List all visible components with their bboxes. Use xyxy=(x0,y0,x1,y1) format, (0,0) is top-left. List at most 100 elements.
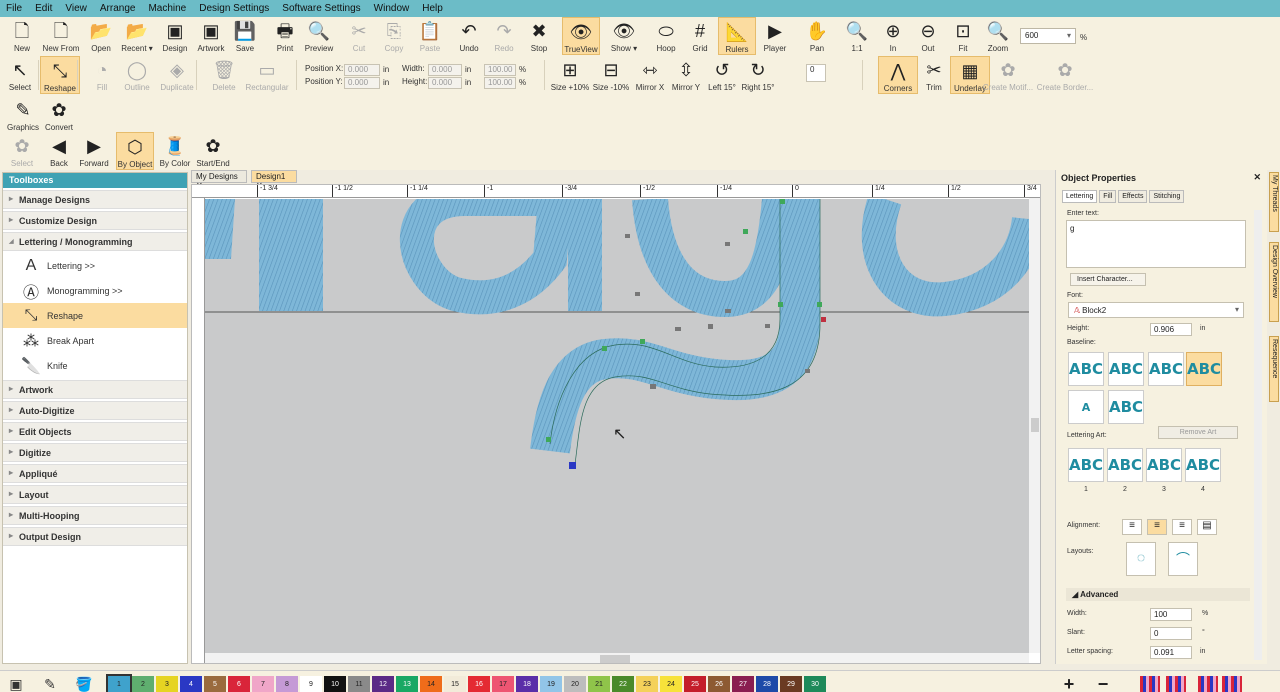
toolbox-appliqu[interactable]: Appliqué xyxy=(3,464,187,483)
reshape-button[interactable]: ⤡ Reshape xyxy=(40,56,80,94)
trueview-button[interactable]: 👁 TrueView xyxy=(562,17,600,55)
side-tab-design-overview[interactable]: Design Overview xyxy=(1269,242,1279,322)
artwork-button[interactable]: ▣ Artwork xyxy=(192,17,230,55)
baseline-option[interactable]: ABC xyxy=(1108,390,1144,424)
delete-button[interactable]: 🗑 Delete xyxy=(204,56,244,94)
tool-lettering[interactable]: A Lettering >> xyxy=(3,253,187,278)
menu-help[interactable]: Help xyxy=(422,3,443,14)
player-button[interactable]: ▶ Player xyxy=(756,17,794,55)
toolbox-layout[interactable]: Layout xyxy=(3,485,187,504)
new-button[interactable]: 🗋 New xyxy=(3,17,41,55)
mirror-x-button[interactable]: ⇿ Mirror X xyxy=(630,56,670,94)
layout-arc-icon[interactable]: ⌒ xyxy=(1168,542,1198,576)
toolbox-multi-hooping[interactable]: Multi-Hooping xyxy=(3,506,187,525)
thread-swatch[interactable]: 21 xyxy=(588,676,610,692)
tool-break-apart[interactable]: ⁂ Break Apart xyxy=(3,328,187,353)
bucket-fill-icon[interactable]: 🪣 xyxy=(72,676,96,692)
thread-swatch[interactable]: 9 xyxy=(300,676,322,692)
menu-edit[interactable]: Edit xyxy=(35,3,52,14)
align-left-icon[interactable]: ≡ xyxy=(1122,519,1142,535)
grid-button[interactable]: # Grid xyxy=(681,17,719,55)
text-entry-field[interactable]: g xyxy=(1066,220,1246,268)
menu-window[interactable]: Window xyxy=(374,3,410,14)
cut-button[interactable]: ✂ Cut xyxy=(340,17,378,55)
remove-color-icon[interactable]: − xyxy=(1092,674,1114,692)
in-button[interactable]: ⊕ In xyxy=(874,17,912,55)
letter-spacing-input[interactable]: 0.091 xyxy=(1150,646,1192,659)
baseline-option[interactable]: ABC xyxy=(1148,352,1184,386)
1-1-button[interactable]: 🔍 1:1 xyxy=(838,17,876,55)
create-motif-button[interactable]: ✿ Create Motif... xyxy=(983,56,1033,94)
pan-button[interactable]: ✋ Pan xyxy=(798,17,836,55)
position-x-input[interactable]: 0.000 xyxy=(344,64,380,76)
toolbox-lettering-monogramming[interactable]: Lettering / Monogramming xyxy=(3,232,187,251)
create-border-button[interactable]: ✿ Create Border... xyxy=(1037,56,1093,94)
lettering-art-option[interactable]: ABC xyxy=(1146,448,1182,482)
side-tab-my-threads[interactable]: My Threads xyxy=(1269,172,1279,232)
new-from-button[interactable]: 🗋 New From xyxy=(42,17,80,55)
align-center-icon[interactable]: ≡ xyxy=(1147,519,1167,535)
close-icon[interactable]: ✕ xyxy=(1253,172,1261,183)
outline-button[interactable]: ◯ Outline xyxy=(117,56,157,94)
thread-swatch[interactable]: 5 xyxy=(204,676,226,692)
advanced-section-header[interactable]: ◢ Advanced xyxy=(1066,588,1250,601)
properties-scrollbar[interactable] xyxy=(1254,210,1262,660)
recent-button[interactable]: 📂 Recent ▾ xyxy=(118,17,156,55)
thread-swatch[interactable]: 4 xyxy=(180,676,202,692)
lettering-art-option[interactable]: ABC xyxy=(1068,448,1104,482)
design-canvas[interactable]: -1 3/4 -1 1/2 -1 1/4 -1 -3/4 -1/2 -1/4 0 1/4 1/2 3… xyxy=(191,184,1041,664)
baseline-option[interactable]: ABC xyxy=(1186,352,1222,386)
toolbox-output-design[interactable]: Output Design xyxy=(3,527,187,546)
toolbox-customize-design[interactable]: Customize Design xyxy=(3,211,187,230)
rectangular-button[interactable]: ▭ Rectangular xyxy=(245,56,288,94)
thread-swatch[interactable]: 28 xyxy=(756,676,778,692)
side-tab-resequence[interactable]: Resequence xyxy=(1269,336,1279,402)
width-percent-input[interactable]: 100.00 xyxy=(484,64,516,76)
thread-chart-icon[interactable] xyxy=(1140,676,1160,692)
thread-swatch[interactable]: 24 xyxy=(660,676,682,692)
menu-design-settings[interactable]: Design Settings xyxy=(199,3,269,14)
mirror-y-button[interactable]: ⇳ Mirror Y xyxy=(666,56,706,94)
thread-chart-icon[interactable] xyxy=(1198,676,1218,692)
eyedropper-icon[interactable]: ✎ xyxy=(38,676,62,692)
position-y-input[interactable]: 0.000 xyxy=(344,77,380,89)
thread-cone-icon[interactable]: ▣ xyxy=(4,676,28,692)
baseline-option[interactable]: A xyxy=(1068,390,1104,424)
menu-software-settings[interactable]: Software Settings xyxy=(282,3,360,14)
by-color-button[interactable]: 🧵 By Color xyxy=(156,132,194,170)
thread-swatch[interactable]: 13 xyxy=(396,676,418,692)
tool-monogramming[interactable]: Ⓐ Monogramming >> xyxy=(3,278,187,303)
rotate-angle-input[interactable]: 0 xyxy=(806,64,826,82)
paste-button[interactable]: 📋 Paste xyxy=(411,17,449,55)
thread-swatch[interactable]: 25 xyxy=(684,676,706,692)
thread-swatch[interactable]: 18 xyxy=(516,676,538,692)
baseline-option[interactable]: ABC xyxy=(1068,352,1104,386)
out-button[interactable]: ⊖ Out xyxy=(909,17,947,55)
insert-character-button[interactable]: Insert Character... xyxy=(1070,273,1146,286)
vertical-scrollbar[interactable] xyxy=(1029,198,1040,653)
open-button[interactable]: 📂 Open xyxy=(82,17,120,55)
show-button[interactable]: 👁 Show ▾ xyxy=(605,17,643,55)
height-input[interactable]: 0.906 xyxy=(1150,323,1192,336)
thread-swatch[interactable]: 20 xyxy=(564,676,586,692)
lettering-art-option[interactable]: ABC xyxy=(1185,448,1221,482)
convert-button[interactable]: ✿ Convert xyxy=(40,96,78,134)
thread-swatch[interactable]: 22 xyxy=(612,676,634,692)
tab-fill[interactable]: Fill xyxy=(1099,190,1117,203)
toolbox-auto-digitize[interactable]: Auto-Digitize xyxy=(3,401,187,420)
height-input[interactable]: 0.000 xyxy=(428,77,462,89)
thread-swatch[interactable]: 6 xyxy=(228,676,250,692)
select-button[interactable]: ✿ Select xyxy=(3,132,41,170)
duplicate-button[interactable]: ◈ Duplicate xyxy=(157,56,197,94)
copy-button[interactable]: ⎘ Copy xyxy=(375,17,413,55)
lettering-art-option[interactable]: ABC xyxy=(1107,448,1143,482)
slant-input[interactable]: 0 xyxy=(1150,627,1192,640)
thread-swatch[interactable]: 16 xyxy=(468,676,490,692)
thread-swatch[interactable]: 12 xyxy=(372,676,394,692)
width-input[interactable]: 0.000 xyxy=(428,64,462,76)
width-input[interactable]: 100 xyxy=(1150,608,1192,621)
thread-swatch[interactable]: 17 xyxy=(492,676,514,692)
scrollbar-thumb[interactable] xyxy=(1031,418,1039,432)
toolbox-digitize[interactable]: Digitize xyxy=(3,443,187,462)
thread-swatch[interactable]: 30 xyxy=(804,676,826,692)
